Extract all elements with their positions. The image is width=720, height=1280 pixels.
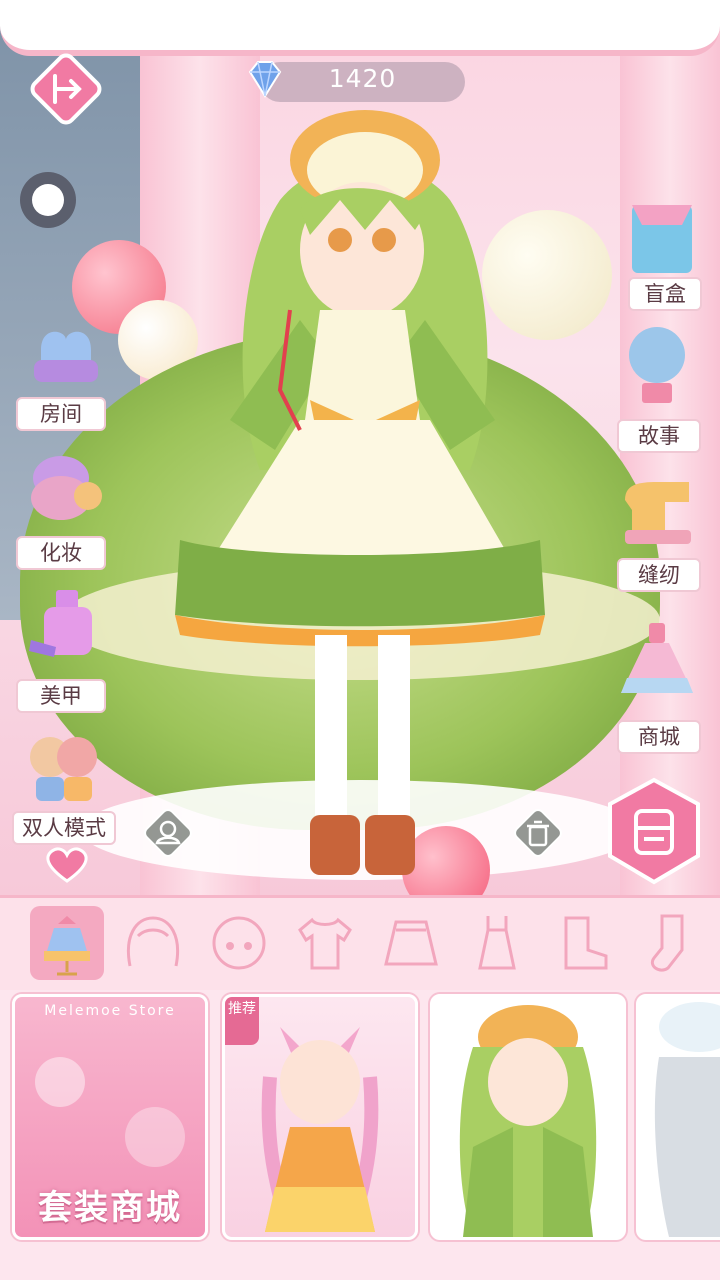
sewing-machine-icon [625,482,691,544]
outfit-card[interactable] [636,994,720,1240]
boot-icon [564,916,608,970]
exit-button[interactable] [25,48,107,130]
sock-icon [651,914,684,972]
dress-icon [478,916,516,970]
menu-shop-label: 商城 [617,720,701,754]
trash-button[interactable] [510,805,566,861]
menu-sewing-label: 缝纫 [617,558,701,592]
recommended-badge: 推荐 [225,997,259,1045]
save-icon [608,777,700,885]
skirt-icon [384,920,438,966]
menu-shop[interactable]: 商城 [612,618,712,758]
nail-polish-icon [29,590,92,657]
bubble-decoration [125,1107,185,1167]
store-subtitle: Melemoe Store [44,1003,176,1019]
exit-arrow-icon [30,53,102,125]
lace-valance [0,0,720,56]
menu-duo-mode[interactable]: 双人模式 [12,725,116,850]
menu-room-label: 房间 [16,397,106,431]
compact-icon [31,456,102,520]
tab-hair[interactable] [116,906,190,980]
menu-sewing[interactable]: 缝纫 [612,470,712,595]
green-matcha-thumbnail [459,1005,597,1237]
blind-box-icon [632,205,692,273]
dress-icon [621,623,693,693]
save-button[interactable] [604,776,704,886]
tab-full-outfit[interactable] [30,906,104,980]
white-angel-thumbnail [654,1002,720,1237]
outfit-card[interactable] [430,994,626,1240]
trash-icon [514,809,562,857]
heart-icon [46,847,88,883]
menu-story-label: 故事 [617,419,701,453]
reset-pose-button[interactable] [140,805,196,861]
toggle-switch[interactable] [20,172,76,228]
tab-skirt[interactable] [374,906,448,980]
menu-blind-box-label: 盲盒 [628,277,702,311]
currency-amount: 1420 [328,64,397,93]
outfit-stand-icon [44,916,90,976]
menu-nails[interactable]: 美甲 [16,585,116,713]
hot-air-balloon-icon [629,327,685,403]
menu-makeup-label: 化妆 [16,536,106,570]
tab-socks[interactable] [632,906,706,980]
face-icon [212,916,266,970]
menu-duo-mode-label: 双人模式 [12,811,116,845]
menu-nails-label: 美甲 [16,679,106,713]
store-card[interactable]: Melemoe Store 套装商城 [12,994,208,1240]
person-outline-icon [144,809,192,857]
menu-room[interactable]: 房间 [16,315,116,431]
store-title: 套装商城 [38,1188,182,1228]
sofa-icon [34,331,98,382]
tab-top[interactable] [288,906,362,980]
character-model[interactable] [150,90,570,890]
tab-dress[interactable] [460,906,534,980]
two-girls-icon [30,737,97,801]
hair-icon [127,916,179,967]
tab-face[interactable] [202,906,276,980]
shirt-icon [298,917,352,970]
tab-boots[interactable] [546,906,620,980]
bubble-decoration [35,1057,85,1107]
menu-blind-box[interactable]: 盲盒 [622,195,720,311]
menu-story[interactable]: 故事 [612,325,712,453]
menu-makeup[interactable]: 化妆 [16,448,116,570]
outfit-card[interactable]: 推荐 [222,994,418,1240]
